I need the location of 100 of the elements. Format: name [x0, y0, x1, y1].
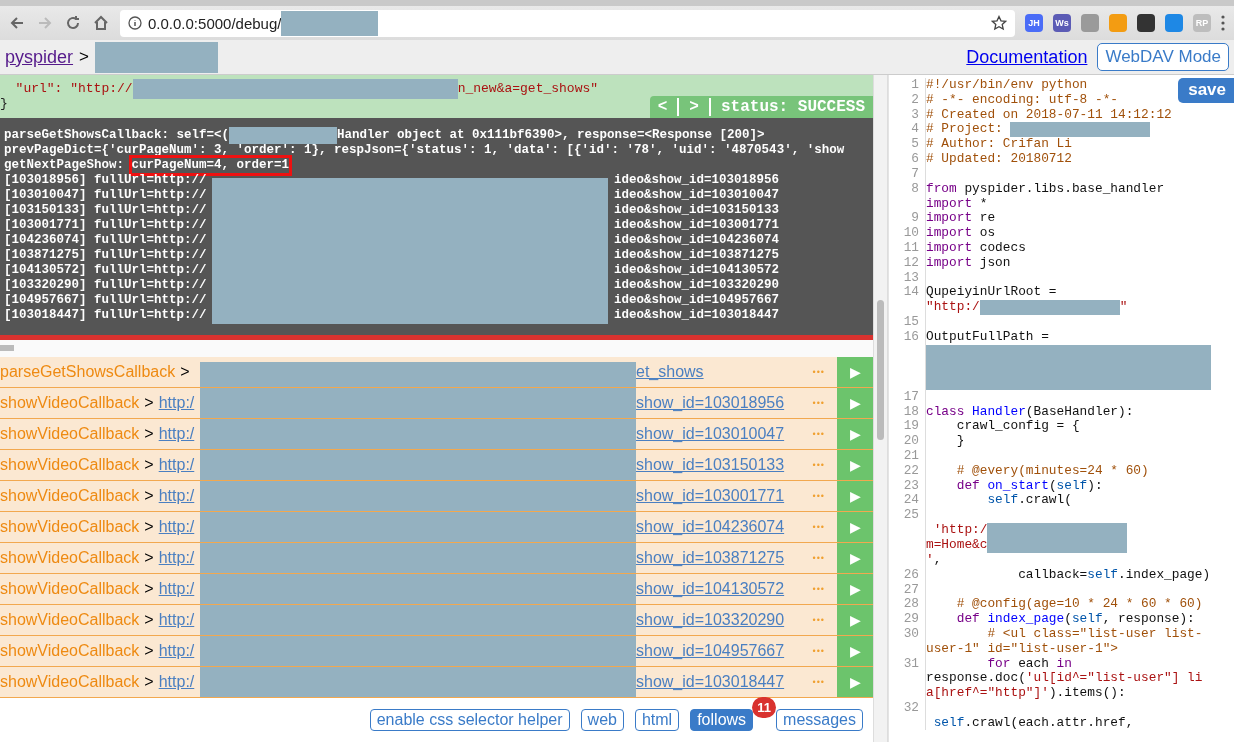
home-icon[interactable] [92, 14, 110, 32]
follow-row[interactable]: showVideoCallback > http:/ show_id=103871275 ••• ▶ [0, 543, 873, 574]
follow-row[interactable]: showVideoCallback > http:/ show_id=103018956 ••• ▶ [0, 388, 873, 419]
menu-icon[interactable] [1221, 15, 1225, 31]
follow-row[interactable]: showVideoCallback > http:/ show_id=104130572 ••• ▶ [0, 574, 873, 605]
log-text: ideo&show_id=103001771 [614, 218, 780, 233]
follow-row[interactable]: showVideoCallback > http:/ show_id=103018447 ••• ▶ [0, 667, 873, 698]
url-link[interactable]: http:/ [158, 394, 195, 412]
url-link[interactable]: show_id=103871275 [636, 549, 785, 567]
callback-name: parseGetShowsCallback [0, 363, 176, 381]
more-button[interactable]: ••• [812, 677, 825, 687]
documentation-link[interactable]: Documentation [966, 46, 1088, 68]
line-number: 5 [911, 136, 919, 152]
url-link[interactable]: show_id=103018447 [636, 673, 785, 691]
url-link[interactable]: et_shows [636, 363, 704, 381]
follow-row[interactable]: showVideoCallback > http:/ show_id=104957667 ••• ▶ [0, 636, 873, 667]
more-button[interactable]: ••• [812, 491, 825, 501]
url-link[interactable]: show_id=103001771 [636, 487, 785, 505]
extension-icon[interactable]: RP [1193, 14, 1211, 32]
url-link[interactable]: show_id=103010047 [636, 425, 785, 443]
url-link[interactable]: http:/ [158, 673, 195, 691]
run-button[interactable]: ▶ [837, 574, 873, 604]
follow-row[interactable]: parseGetShowsCallback > et_shows ••• ▶ [0, 357, 873, 388]
code-text: import [926, 211, 973, 227]
line-number: 1 [911, 77, 919, 92]
url-link[interactable]: http:/ [158, 580, 195, 598]
url-link[interactable]: http:/ [158, 456, 195, 474]
count-badge: 11 [752, 697, 777, 718]
url-link[interactable]: show_id=103150133 [636, 456, 785, 474]
run-button[interactable]: ▶ [837, 543, 873, 573]
line-number: 10 [903, 225, 919, 241]
extension-icon[interactable] [1137, 14, 1155, 32]
url-link[interactable]: show_id=103018956 [636, 394, 785, 412]
follow-row[interactable]: showVideoCallback > http:/ show_id=104236074 ••• ▶ [0, 512, 873, 543]
url-link[interactable]: http:/ [158, 642, 195, 660]
extension-icon[interactable]: Ws [1053, 14, 1071, 32]
extension-icon[interactable]: JH [1025, 14, 1043, 32]
code-text: Handler [972, 404, 1026, 420]
code-text: 'http:/ [932, 523, 988, 538]
code-text: from [926, 181, 957, 197]
scrollbar-thumb[interactable] [0, 345, 14, 351]
callback-name: showVideoCallback [0, 394, 140, 412]
log-text: [104236074] fullUrl=http:// [4, 233, 207, 248]
code-text: user-1" id="list-user-1"> [926, 641, 1118, 657]
webdav-mode-button[interactable]: WebDAV Mode [1097, 43, 1229, 71]
url-link[interactable]: show_id=104236074 [636, 518, 785, 536]
more-button[interactable]: ••• [812, 553, 825, 563]
url-link[interactable]: show_id=104130572 [636, 580, 785, 598]
panel-tab[interactable]: web [580, 709, 624, 731]
save-button[interactable]: save [1178, 78, 1234, 103]
url-link[interactable]: show_id=104957667 [636, 642, 785, 660]
url-link[interactable]: http:/ [158, 549, 195, 567]
run-button[interactable]: ▶ [837, 636, 873, 666]
url-link[interactable]: http:/ [158, 611, 195, 629]
code-text: (BaseHandler): [1025, 404, 1134, 420]
url-link[interactable]: http:/ [158, 425, 195, 443]
url-link[interactable]: http:/ [158, 487, 195, 505]
previous-button[interactable]: < [657, 98, 680, 116]
run-button[interactable]: ▶ [837, 512, 873, 542]
address-bar[interactable]: 0.0.0.0:5000/debug/ [120, 9, 1015, 37]
more-button[interactable]: ••• [812, 367, 825, 377]
more-button[interactable]: ••• [812, 398, 825, 408]
panel-tab[interactable]: html [634, 709, 680, 731]
run-button[interactable]: ▶ [837, 419, 873, 449]
more-button[interactable]: ••• [812, 584, 825, 594]
more-button[interactable]: ••• [812, 646, 825, 656]
separator-text: > [144, 394, 154, 412]
run-button[interactable]: ▶ [837, 667, 873, 697]
more-button[interactable]: ••• [812, 522, 825, 532]
log-text: ideo&show_id=103018447 [614, 308, 780, 323]
more-button[interactable]: ••• [812, 615, 825, 625]
panel-tab[interactable]: messages [776, 709, 863, 731]
line-number: 4 [911, 121, 919, 137]
follow-row[interactable]: showVideoCallback > http:/ show_id=103010047 ••• ▶ [0, 419, 873, 450]
follow-row[interactable]: showVideoCallback > http:/ show_id=103150133 ••• ▶ [0, 450, 873, 481]
follow-row[interactable]: showVideoCallback > http:/ show_id=103320290 ••• ▶ [0, 605, 873, 636]
panel-tab[interactable]: follows [690, 709, 754, 731]
brand-link[interactable]: pyspider [5, 46, 74, 68]
url-link[interactable]: http:/ [158, 518, 195, 536]
run-button[interactable]: ▶ [837, 388, 873, 418]
run-button[interactable]: ▶ [837, 357, 873, 387]
callback-name: showVideoCallback [0, 611, 140, 629]
star-icon[interactable] [991, 15, 1007, 31]
run-button[interactable]: ▶ [837, 481, 873, 511]
follow-row[interactable]: showVideoCallback > http:/ show_id=103001771 ••• ▶ [0, 481, 873, 512]
log-text: Handler object at 0x111bf6390>, response=<Response [200]> [337, 128, 765, 143]
line-number: 6 [911, 151, 919, 167]
more-button[interactable]: ••• [812, 429, 825, 439]
info-icon[interactable] [128, 16, 142, 30]
reload-icon[interactable] [64, 14, 82, 32]
code-text: import [926, 255, 973, 271]
code-text: .crawl(each.attr.href, [964, 715, 1134, 731]
scrollbar-thumb[interactable] [877, 300, 884, 440]
run-button[interactable]: ▶ [837, 450, 873, 480]
url-link[interactable]: show_id=103320290 [636, 611, 785, 629]
run-button[interactable]: ▶ [837, 605, 873, 635]
next-button[interactable]: > [689, 98, 711, 116]
more-button[interactable]: ••• [812, 460, 825, 470]
panel-tab[interactable]: enable css selector helper [369, 709, 570, 731]
log-text: [103018956] fullUrl=http:// [4, 173, 207, 188]
